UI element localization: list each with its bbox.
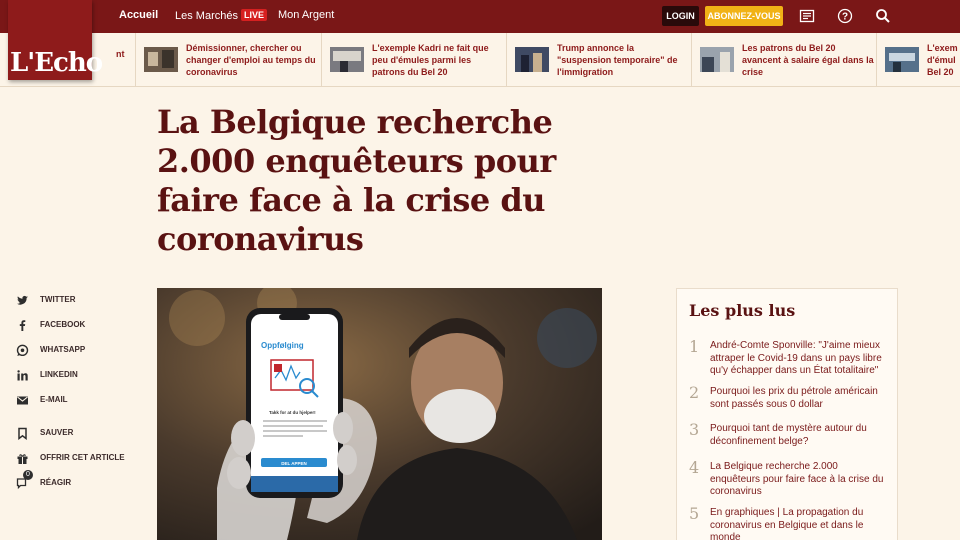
phone-app-heading: Oppfølging [261,341,304,350]
article-headline: La Belgique recherche 2.000 enquêteurs p… [157,103,556,258]
share-linkedin-label: LINKEDIN [40,370,78,379]
hero-photo: Oppfølging Takk for at du hjelper! DEL A… [157,288,602,540]
most-read-rank: 2 [689,383,700,402]
ticker-item[interactable]: L'exemple Kadri ne fait que peu d'émules… [321,33,506,87]
gift-article-button[interactable]: OFFRIR CET ARTICLE [16,450,136,468]
save-article-button[interactable]: SAUVER [16,425,136,443]
ticker-thumbnail [515,47,549,72]
most-read-headline: André-Comte Sponville: "J'aime mieux att… [710,340,882,376]
news-ticker: nt Démissionner, chercher ou changer d'e… [0,33,960,87]
most-read-panel: Les plus lus 1 André-Comte Sponville: "J… [676,288,898,540]
most-read-rank: 1 [689,337,700,356]
nav-markets-label: Les Marchés [175,10,238,22]
login-button[interactable]: LOGIN [662,6,699,26]
share-facebook-label: FACEBOOK [40,320,86,329]
share-email-label: E-MAIL [40,395,68,404]
comment-count-badge: 0 [23,470,33,480]
gift-icon [17,454,28,464]
ticker-headline: Démissionner, chercher ou changer d'empl… [186,43,316,77]
live-badge: LIVE [240,9,267,21]
react-comment-label: RÉAGIR [40,478,72,487]
save-article-label: SAUVER [40,428,74,437]
most-read-headline: Pourquoi tant de mystère autour du décon… [710,423,867,447]
ticker-thumbnail [885,47,919,72]
subscribe-button[interactable]: ABONNEZ-VOUS [705,6,783,26]
react-comment-button[interactable]: 0 RÉAGIR [16,470,136,493]
ticker-item[interactable]: Trump annonce la "suspension temporaire"… [506,33,691,87]
most-read-rank: 4 [689,458,700,477]
help-icon[interactable]: ? [837,8,853,24]
article-hero-image: Oppfølging Takk for at du hjelper! DEL A… [157,288,602,540]
share-whatsapp-button[interactable]: WHATSAPP [16,342,136,360]
top-navigation-bar: Accueil Les Marchés LIVE Mon Argent LOGIN… [0,0,960,33]
phone-share-button: DEL APPEN [281,461,307,466]
facebook-icon [19,320,26,331]
share-whatsapp-label: WHATSAPP [40,345,86,354]
whatsapp-icon [16,344,29,357]
ticker-headline: Les patrons du Bel 20 avancent à salaire… [742,43,874,77]
bookmark-icon [18,427,27,440]
most-read-headline: La Belgique recherche 2.000 enquêteurs p… [710,461,884,497]
logo-text: L'Echo [10,48,103,78]
twitter-icon [17,295,28,305]
ticker-headline: L'exem d'émul Bel 20 [927,43,958,77]
share-facebook-button[interactable]: FACEBOOK [16,317,136,335]
gift-article-label: OFFRIR CET ARTICLE [40,453,125,462]
ticker-headline: L'exemple Kadri ne fait que peu d'émules… [372,43,489,77]
ticker-thumbnail [330,47,364,72]
nav-home-link[interactable]: Accueil [119,9,158,21]
most-read-title: Les plus lus [689,301,796,320]
most-read-rank: 5 [689,504,700,523]
nav-money-link[interactable]: Mon Argent [278,9,334,21]
ticker-thumbnail [700,47,734,72]
email-icon [17,396,28,405]
ticker-item[interactable]: Démissionner, chercher ou changer d'empl… [135,33,321,87]
ticker-partial-item[interactable]: nt [116,49,125,59]
ticker-headline: Trump annonce la "suspension temporaire"… [557,43,678,77]
ticker-thumbnail [144,47,178,72]
share-linkedin-button[interactable]: LINKEDIN [16,367,136,385]
ticker-item[interactable]: Les patrons du Bel 20 avancent à salaire… [691,33,876,87]
share-email-button[interactable]: E-MAIL [16,392,136,410]
svg-text:?: ? [842,12,848,23]
nav-markets-link[interactable]: Les Marchés LIVE [175,9,267,22]
share-twitter-button[interactable]: TWITTER [16,292,136,310]
newspaper-icon[interactable] [799,8,815,24]
most-read-rank: 3 [689,420,700,439]
site-logo[interactable]: L'Echo [8,0,103,80]
share-twitter-label: TWITTER [40,295,76,304]
phone-thanks-text: Takk for at du hjelper! [269,410,316,415]
ticker-item[interactable]: L'exem d'émul Bel 20 [876,33,960,87]
search-icon[interactable] [875,8,891,24]
most-read-headline: Pourquoi les prix du pétrole américain s… [710,386,878,410]
linkedin-icon [17,370,28,381]
most-read-headline: En graphiques | La propagation du corona… [710,507,864,540]
